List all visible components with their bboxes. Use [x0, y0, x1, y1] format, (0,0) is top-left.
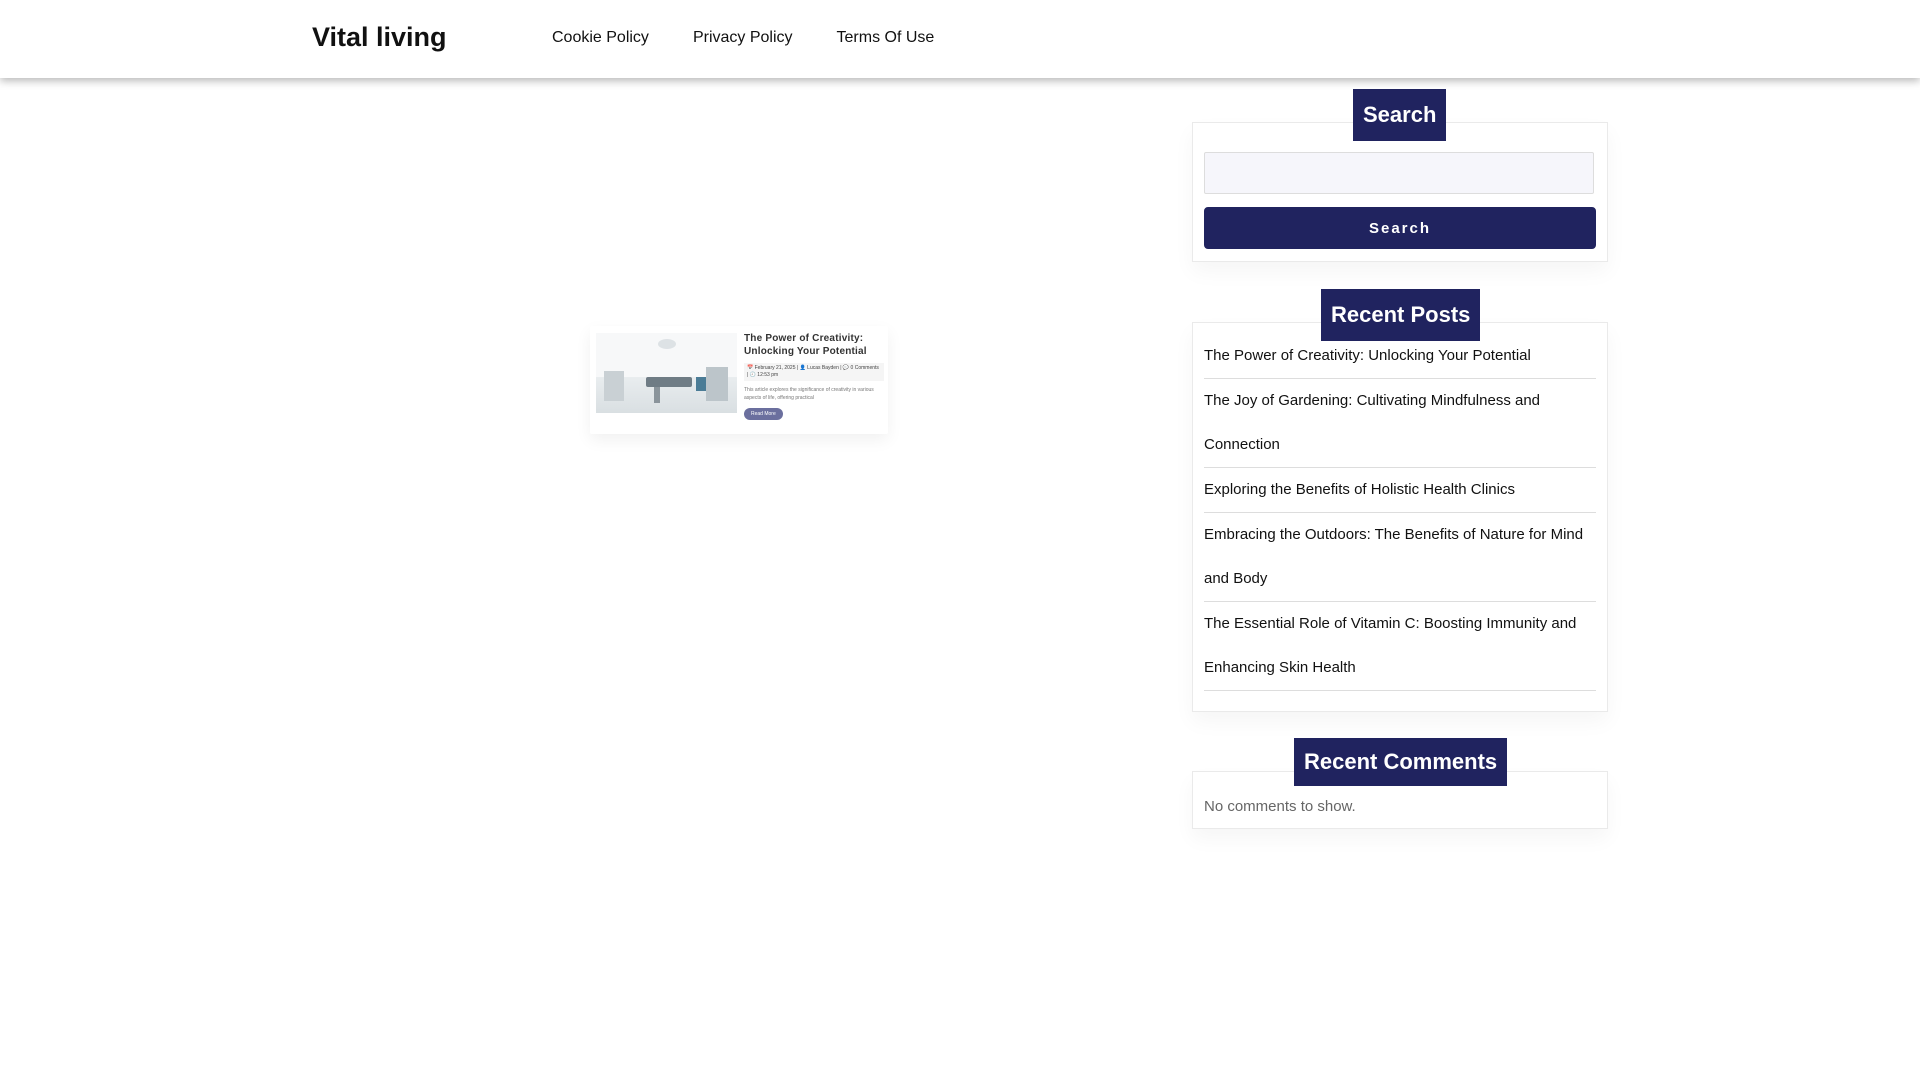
read-more-button[interactable]: Read More — [744, 408, 783, 420]
recent-post-link[interactable]: The Essential Role of Vitamin C: Boostin… — [1204, 602, 1596, 690]
site-title-link[interactable]: Vital living — [312, 22, 447, 53]
thumbnail-bed — [646, 377, 692, 387]
post-title[interactable]: The Power of Creativity: Unlocking Your … — [744, 332, 884, 358]
recent-posts-list: The Power of Creativity: Unlocking Your … — [1204, 334, 1596, 691]
search-input[interactable] — [1204, 152, 1594, 194]
thumbnail-bed-stand — [654, 387, 660, 403]
post-meta: 📅 February 21, 2025 | 👤 Lucas Bayden | 💬… — [744, 363, 884, 381]
recent-posts-widget: Recent Posts The Power of Creativity: Un… — [1192, 289, 1608, 712]
recent-post-link[interactable]: The Power of Creativity: Unlocking Your … — [1204, 334, 1596, 378]
list-item: Embracing the Outdoors: The Benefits of … — [1204, 513, 1596, 602]
no-comments-text: No comments to show. — [1204, 798, 1356, 815]
list-item: Exploring the Benefits of Holistic Healt… — [1204, 468, 1596, 513]
post-thumbnail[interactable] — [596, 333, 737, 413]
recent-post-link[interactable]: Embracing the Outdoors: The Benefits of … — [1204, 513, 1596, 601]
recent-post-link[interactable]: The Joy of Gardening: Cultivating Mindfu… — [1204, 379, 1596, 467]
thumbnail-cabinet-right — [706, 367, 728, 401]
post-body: The Power of Creativity: Unlocking Your … — [744, 332, 884, 420]
nav-cookie-policy[interactable]: Cookie Policy — [552, 29, 649, 47]
recent-comments-widget: Recent Comments No comments to show. — [1192, 738, 1608, 829]
thumbnail-chair — [696, 377, 706, 391]
main-nav: Cookie Policy Privacy Policy Terms Of Us… — [552, 29, 934, 47]
list-item: The Power of Creativity: Unlocking Your … — [1204, 334, 1596, 379]
list-item: The Joy of Gardening: Cultivating Mindfu… — [1204, 379, 1596, 468]
search-widget-title: Search — [1353, 89, 1447, 141]
site-header: Vital living Cookie Policy Privacy Polic… — [0, 0, 1920, 78]
post-card: The Power of Creativity: Unlocking Your … — [590, 326, 888, 434]
nav-terms-of-use[interactable]: Terms Of Use — [837, 29, 935, 47]
thumbnail-cabinet-left — [604, 371, 624, 401]
thumbnail-lamp — [658, 339, 676, 349]
search-button[interactable]: Search — [1204, 207, 1596, 249]
recent-comments-title: Recent Comments — [1294, 738, 1508, 786]
list-item: The Essential Role of Vitamin C: Boostin… — [1204, 602, 1596, 691]
nav-privacy-policy[interactable]: Privacy Policy — [693, 29, 793, 47]
search-widget: Search Search — [1192, 89, 1608, 262]
post-excerpt: This article explores the significance o… — [744, 387, 874, 401]
recent-post-link[interactable]: Exploring the Benefits of Holistic Healt… — [1204, 468, 1596, 512]
